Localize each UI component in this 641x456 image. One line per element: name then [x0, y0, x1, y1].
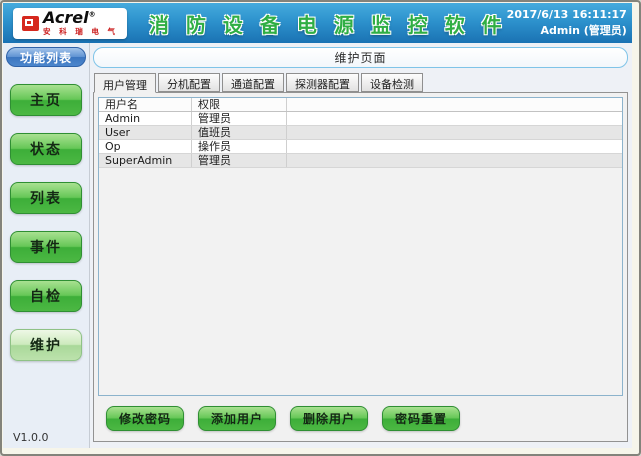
table-row[interactable]: Admin 管理员: [99, 112, 622, 126]
page-title: 维护页面: [93, 47, 628, 68]
cell-role: 管理员: [192, 112, 287, 125]
logged-in-user: Admin (管理员): [507, 23, 627, 39]
tab-bar: 用户管理 分机配置 通道配置 探测器配置 设备检测: [93, 73, 628, 92]
sidebar-item-selftest[interactable]: 自检: [10, 280, 82, 312]
table-row[interactable]: Op 操作员: [99, 140, 622, 154]
acrel-logo: Acrel® 安 科 瑞 电 气: [13, 8, 127, 39]
cell-username: User: [99, 126, 192, 139]
sidebar-item-home[interactable]: 主页: [10, 84, 82, 116]
tab-channel-config[interactable]: 通道配置: [222, 73, 284, 92]
column-header-username: 用户名: [99, 98, 192, 111]
user-table: 用户名 权限 Admin 管理员 User 值班员: [98, 97, 623, 396]
sidebar-header: 功能列表: [6, 47, 86, 67]
sidebar-item-list[interactable]: 列表: [10, 182, 82, 214]
table-header-row: 用户名 权限: [99, 98, 622, 112]
sidebar-item-events[interactable]: 事件: [10, 231, 82, 263]
tab-extension-config[interactable]: 分机配置: [158, 73, 220, 92]
app-header: Acrel® 安 科 瑞 电 气 消 防 设 备 电 源 监 控 软 件 201…: [3, 3, 632, 43]
action-button-row: 修改密码 添加用户 删除用户 密码重置: [98, 406, 623, 431]
app-title: 消 防 设 备 电 源 监 控 软 件: [149, 9, 507, 38]
brand-subtitle: 安 科 瑞 电 气: [43, 28, 118, 36]
sidebar-item-maintenance[interactable]: 维护: [10, 329, 82, 361]
reset-password-button[interactable]: 密码重置: [382, 406, 460, 431]
delete-user-button[interactable]: 删除用户: [290, 406, 368, 431]
sidebar-item-status[interactable]: 状态: [10, 133, 82, 165]
tab-panel: 用户名 权限 Admin 管理员 User 值班员: [93, 92, 628, 442]
tab-user-management[interactable]: 用户管理: [94, 73, 156, 93]
acrel-logo-icon: [22, 16, 39, 31]
app-window: Acrel® 安 科 瑞 电 气 消 防 设 备 电 源 监 控 软 件 201…: [0, 0, 641, 456]
column-header-role: 权限: [192, 98, 287, 111]
change-password-button[interactable]: 修改密码: [106, 406, 184, 431]
version-label: V1.0.0: [13, 431, 49, 444]
cell-username: Admin: [99, 112, 192, 125]
brand-name: Acrel®: [43, 10, 118, 26]
datetime-label: 2017/6/13 16:11:17: [507, 7, 627, 23]
tab-detector-config[interactable]: 探测器配置: [286, 73, 359, 92]
cell-role: 管理员: [192, 154, 287, 167]
cell-username: SuperAdmin: [99, 154, 192, 167]
cell-role: 操作员: [192, 140, 287, 153]
add-user-button[interactable]: 添加用户: [198, 406, 276, 431]
cell-username: Op: [99, 140, 192, 153]
cell-role: 值班员: [192, 126, 287, 139]
main-content: 维护页面 用户管理 分机配置 通道配置 探测器配置 设备检测 用户名 权限: [90, 43, 632, 448]
column-header-empty: [287, 98, 622, 111]
table-row[interactable]: SuperAdmin 管理员: [99, 154, 622, 168]
function-sidebar: 功能列表 主页 状态 列表 事件 自检 维护 V1.0.0: [3, 43, 90, 448]
table-row[interactable]: User 值班员: [99, 126, 622, 140]
tab-device-detection[interactable]: 设备检测: [361, 73, 423, 92]
